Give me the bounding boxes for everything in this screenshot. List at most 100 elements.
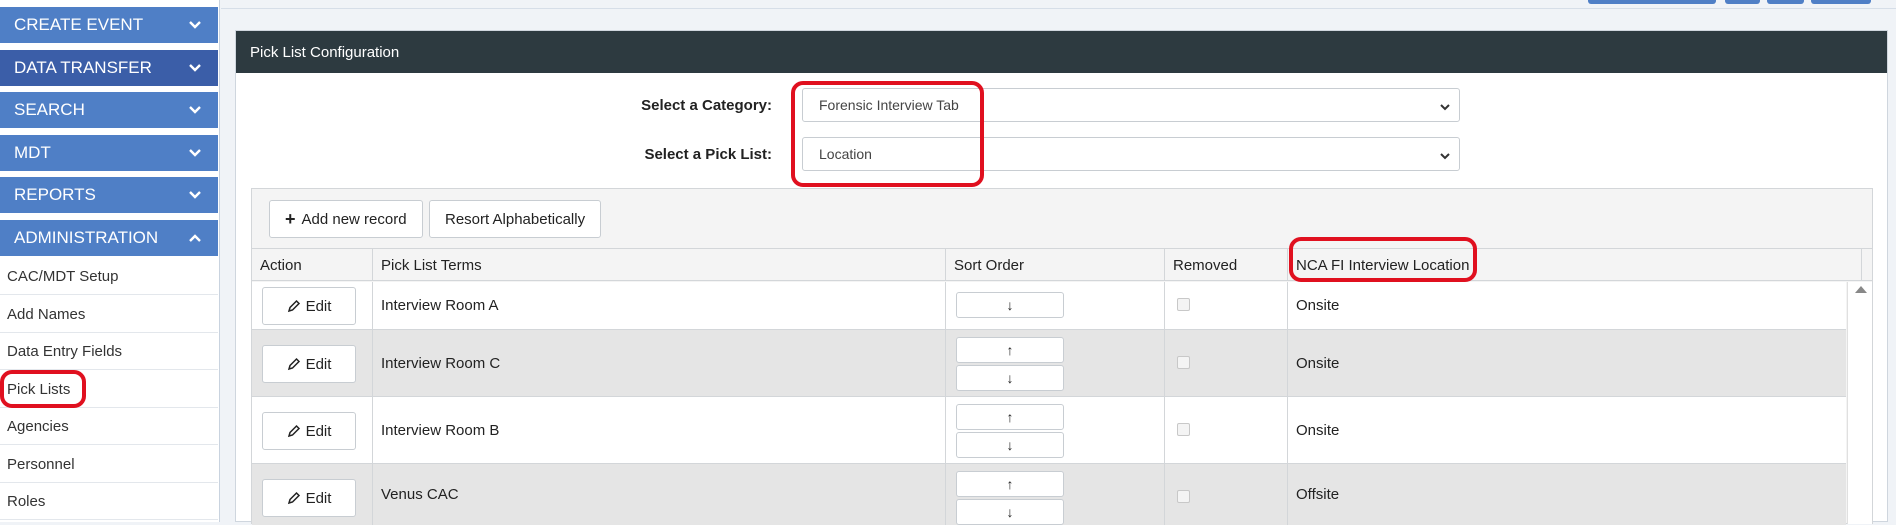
move-down-button[interactable]: ↓: [956, 432, 1064, 458]
column-header-terms[interactable]: Pick List Terms: [373, 249, 946, 281]
term-cell: Interview Room B: [373, 397, 946, 463]
sort-order-cell: ↑ ↓: [946, 397, 1165, 463]
sidebar-item-label: Agencies: [7, 417, 69, 435]
removed-cell: [1165, 330, 1288, 396]
edit-button[interactable]: Edit: [262, 479, 356, 517]
resort-button[interactable]: Resort Alphabetically: [429, 200, 602, 238]
location-cell: Onsite: [1296, 354, 1340, 372]
nav-create-event[interactable]: CREATE EVENT: [0, 5, 218, 43]
nav-administration[interactable]: ADMINISTRATION: [0, 218, 218, 256]
edit-label: Edit: [305, 422, 332, 440]
term-cell: Venus CAC: [373, 464, 946, 525]
move-down-button[interactable]: ↓: [956, 292, 1064, 318]
removed-cell: [1165, 464, 1288, 525]
plus-icon: +: [285, 208, 296, 229]
edit-button[interactable]: Edit: [262, 345, 356, 383]
top-action-button[interactable]: [1588, 0, 1716, 4]
sidebar-item-personnel[interactable]: Personnel: [0, 446, 218, 483]
nav-reports[interactable]: REPORTS: [0, 175, 218, 213]
pencil-icon: [287, 299, 300, 313]
removed-checkbox[interactable]: [1177, 298, 1190, 311]
table-header: Action Pick List Terms Sort Order Remove…: [252, 248, 1872, 281]
top-strip: [221, 0, 1896, 9]
nav-label: MDT: [14, 143, 51, 162]
top-icon-button-2[interactable]: [1767, 0, 1804, 4]
sidebar-item-agencies[interactable]: Agencies: [0, 408, 218, 445]
chevron-down-icon: [188, 187, 202, 201]
removed-checkbox[interactable]: [1177, 490, 1190, 503]
column-header-action[interactable]: Action: [252, 249, 373, 281]
picklist-label: Select a Pick List:: [644, 146, 772, 163]
edit-label: Edit: [305, 489, 332, 507]
sidebar-item-label: Personnel: [7, 455, 75, 473]
pick-list-grid: + Add new record Resort Alphabetically A…: [251, 188, 1873, 525]
move-up-button[interactable]: ↑: [956, 471, 1064, 497]
nav-mdt[interactable]: MDT: [0, 133, 218, 171]
category-value: Forensic Interview Tab: [819, 97, 959, 113]
panel-title: Pick List Configuration: [236, 31, 1887, 73]
sidebar: CREATE EVENT DATA TRANSFER SEARCH MDT RE…: [0, 0, 220, 522]
sidebar-item-label: Data Entry Fields: [7, 342, 123, 360]
chevron-down-icon: [1439, 100, 1451, 112]
category-select[interactable]: Forensic Interview Tab: [802, 88, 1460, 122]
chevron-down-icon: [188, 17, 202, 31]
sort-order-cell: ↑ ↓: [946, 464, 1165, 525]
add-record-button[interactable]: + Add new record: [269, 200, 423, 238]
move-up-button[interactable]: ↑: [956, 337, 1064, 363]
nav-label: DATA TRANSFER: [14, 58, 152, 77]
location-cell: Offsite: [1296, 486, 1340, 503]
action-cell: Edit: [252, 282, 373, 329]
removed-cell: [1165, 282, 1288, 329]
term-cell: Interview Room C: [373, 330, 946, 396]
edit-button[interactable]: Edit: [262, 412, 356, 450]
removed-checkbox[interactable]: [1177, 423, 1190, 436]
resort-label: Resort Alphabetically: [445, 210, 586, 228]
move-down-button[interactable]: ↓: [956, 365, 1064, 391]
top-icon-button-1[interactable]: [1725, 0, 1760, 4]
scroll-up-icon[interactable]: [1855, 286, 1867, 293]
removed-checkbox[interactable]: [1177, 356, 1190, 369]
picklist-select[interactable]: Location: [802, 137, 1460, 171]
action-cell: Edit: [252, 330, 373, 396]
action-cell: Edit: [252, 464, 373, 525]
top-icon-button-3[interactable]: [1811, 0, 1871, 4]
location-cell: Onsite: [1296, 297, 1340, 314]
removed-cell: [1165, 397, 1288, 463]
sidebar-item-add-names[interactable]: Add Names: [0, 296, 218, 333]
sort-order-cell: ↓: [946, 282, 1165, 329]
move-down-button[interactable]: ↓: [956, 499, 1064, 525]
column-header-sort-order[interactable]: Sort Order: [946, 249, 1165, 281]
add-record-label: Add new record: [301, 210, 407, 228]
column-header-removed[interactable]: Removed: [1165, 249, 1288, 281]
nav-search[interactable]: SEARCH: [0, 90, 218, 128]
nav-label: ADMINISTRATION: [14, 228, 159, 247]
pencil-icon: [287, 357, 300, 371]
sidebar-item-pick-lists[interactable]: Pick Lists: [0, 371, 218, 408]
edit-label: Edit: [305, 355, 332, 373]
table-row: Edit Interview Room B ↑ ↓ Onsite: [252, 397, 1846, 464]
nav-label: REPORTS: [14, 185, 96, 204]
sort-order-cell: ↑ ↓: [946, 330, 1165, 396]
column-header-location[interactable]: NCA FI Interview Location: [1288, 249, 1862, 281]
table-row: Edit Interview Room C ↑ ↓ Onsite: [252, 330, 1846, 397]
edit-button[interactable]: Edit: [262, 287, 356, 325]
action-cell: Edit: [252, 397, 373, 463]
chevron-down-icon: [188, 102, 202, 116]
term-cell: Interview Room A: [373, 282, 946, 329]
pencil-icon: [287, 424, 300, 438]
sidebar-item-cac-mdt-setup[interactable]: CAC/MDT Setup: [0, 258, 218, 295]
grid-scrollbar[interactable]: [1847, 282, 1872, 524]
chevron-down-icon: [188, 145, 202, 159]
pick-list-panel: Pick List Configuration Select a Categor…: [235, 30, 1888, 525]
chevron-down-icon: [1439, 149, 1451, 161]
table-row: Edit Interview Room A ↓ Onsite: [252, 282, 1846, 330]
chevron-down-icon: [188, 60, 202, 74]
nav-data-transfer[interactable]: DATA TRANSFER: [0, 48, 218, 86]
location-cell: Onsite: [1296, 421, 1340, 439]
sidebar-item-label: Add Names: [7, 305, 86, 323]
nav-label: CREATE EVENT: [14, 15, 144, 34]
sidebar-item-data-entry-fields[interactable]: Data Entry Fields: [0, 333, 218, 370]
move-up-button[interactable]: ↑: [956, 404, 1064, 430]
sidebar-item-roles[interactable]: Roles: [0, 483, 218, 520]
pencil-icon: [287, 491, 300, 505]
